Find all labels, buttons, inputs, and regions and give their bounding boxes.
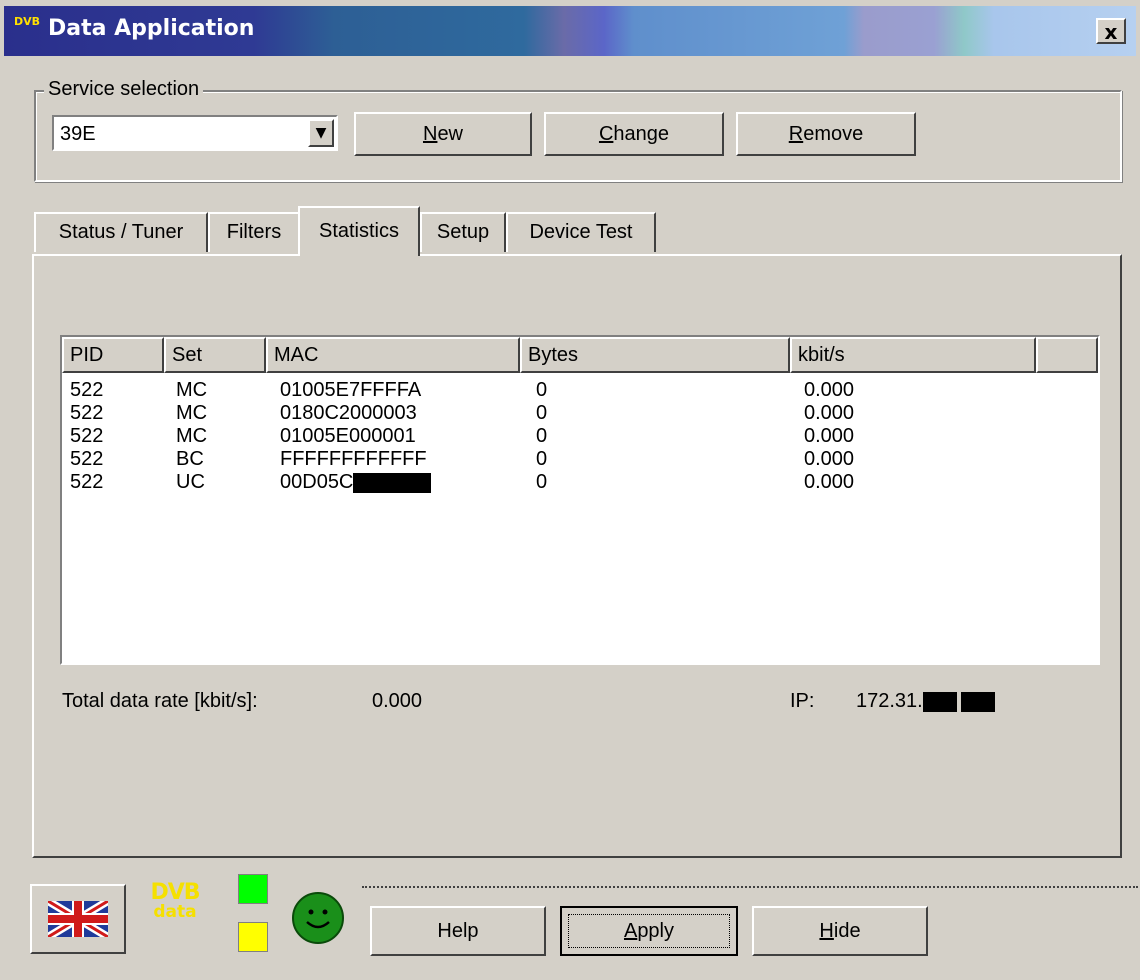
cell-set: MC	[176, 379, 208, 401]
table-row[interactable]: 522 MC 01005E000001 0 0.000	[62, 425, 1098, 448]
language-button[interactable]	[30, 884, 126, 954]
cell-kbits: 0.000	[804, 471, 855, 493]
hide-button-label: ide	[833, 920, 861, 942]
dvb-logo-top: DVB	[150, 880, 200, 905]
cell-set: UC	[176, 471, 205, 493]
table-row[interactable]: 522 MC 01005E7FFFFA 0 0.000	[62, 379, 1098, 402]
tab-filters[interactable]: Filters	[208, 212, 300, 252]
hide-button[interactable]: Hide	[752, 906, 928, 956]
close-button[interactable]: x	[1096, 18, 1126, 44]
new-button-label: ew	[437, 123, 464, 145]
cell-kbits: 0.000	[804, 425, 855, 447]
tab-statistics[interactable]: Statistics	[298, 206, 420, 256]
redacted-block	[960, 691, 995, 712]
tab-label: Setup	[436, 221, 490, 243]
table-row[interactable]: 522 MC 0180C2000003 0 0.000	[62, 402, 1098, 425]
close-icon: x	[1104, 20, 1118, 44]
data-application-window: DVB Data Application x Service selection…	[0, 0, 1140, 980]
column-header-set[interactable]: Set	[164, 337, 266, 373]
cell-kbits: 0.000	[804, 402, 855, 424]
redacted-block	[353, 472, 432, 493]
dropdown-arrow-icon[interactable]: ▼	[308, 119, 334, 147]
app-logo-text: DVB	[13, 15, 41, 28]
cell-kbits: 0.000	[804, 379, 855, 401]
change-button[interactable]: Change	[544, 112, 724, 156]
total-data-rate-label: Total data rate [kbit/s]:	[62, 690, 258, 712]
column-header-bytes[interactable]: Bytes	[520, 337, 790, 373]
cell-mac: 0180C2000003	[280, 402, 417, 424]
column-header-pid[interactable]: PID	[62, 337, 164, 373]
new-button[interactable]: New	[354, 112, 532, 156]
cell-pid: 522	[70, 425, 104, 447]
cell-bytes: 0	[536, 425, 548, 447]
dvb-data-logo: DVB data	[146, 882, 204, 921]
cell-mac: 01005E000001	[280, 425, 416, 447]
uk-flag-icon	[48, 901, 108, 937]
ip-label: IP:	[790, 690, 815, 712]
help-button-label: Help	[437, 920, 479, 942]
change-button-label: hange	[613, 123, 670, 145]
cell-pid: 522	[70, 402, 104, 424]
tab-label: Filters	[226, 221, 282, 243]
window-title: Data Application	[48, 16, 255, 41]
tab-label: Statistics	[318, 220, 400, 242]
app-logo-icon: DVB	[10, 16, 44, 44]
cell-pid: 522	[70, 448, 104, 470]
cell-set: BC	[176, 448, 204, 470]
cell-set: MC	[176, 425, 208, 447]
yellow-status-led	[238, 922, 268, 952]
cell-bytes: 0	[536, 379, 548, 401]
cell-mac: 00D05C	[280, 471, 354, 493]
service-selection-legend: Service selection	[44, 78, 204, 101]
cell-bytes: 0	[536, 448, 548, 470]
column-header-kbits[interactable]: kbit/s	[790, 337, 1036, 373]
remove-button[interactable]: Remove	[736, 112, 916, 156]
footer-separator	[362, 886, 1138, 888]
help-button[interactable]: Help	[370, 906, 546, 956]
cell-pid: 522	[70, 379, 104, 401]
statistics-list[interactable]: PID Set MAC Bytes kbit/s 522 MC 01005E7F…	[60, 335, 1100, 665]
service-select[interactable]: 39E ▼	[52, 115, 338, 151]
cell-mac-container: 00D05C	[280, 471, 432, 494]
total-data-rate-value: 0.000	[372, 690, 423, 712]
tab-label: Device Test	[529, 221, 633, 243]
table-row[interactable]: 522 BC FFFFFFFFFFFF 0 0.000	[62, 448, 1098, 471]
tab-device-test[interactable]: Device Test	[506, 212, 656, 252]
cell-kbits: 0.000	[804, 448, 855, 470]
list-header: PID Set MAC Bytes kbit/s	[62, 337, 1098, 373]
column-header-empty[interactable]	[1036, 337, 1098, 373]
tab-label: Status / Tuner	[58, 221, 184, 243]
cell-mac: 01005E7FFFFA	[280, 379, 422, 401]
table-row[interactable]: 522 UC 00D05C 0 0.000	[62, 471, 1098, 494]
cell-set: MC	[176, 402, 208, 424]
remove-button-label: emove	[803, 123, 864, 145]
apply-button[interactable]: Apply	[560, 906, 738, 956]
hide-button-accel: H	[819, 920, 834, 942]
service-select-value: 39E	[60, 123, 96, 145]
ip-value-container: 172.31.	[856, 690, 995, 713]
new-button-accel: N	[422, 123, 438, 145]
cell-pid: 522	[70, 471, 104, 493]
green-status-led	[238, 874, 268, 904]
tab-status-tuner[interactable]: Status / Tuner	[34, 212, 208, 252]
cell-mac: FFFFFFFFFFFF	[280, 448, 427, 470]
change-button-accel: C	[598, 123, 614, 145]
cell-bytes: 0	[536, 402, 548, 424]
cell-bytes: 0	[536, 471, 548, 493]
tab-setup[interactable]: Setup	[420, 212, 506, 252]
redacted-block	[922, 691, 957, 712]
dvb-logo-bottom: data	[153, 902, 197, 922]
remove-button-accel: R	[788, 123, 804, 145]
ip-value: 172.31.	[856, 690, 923, 712]
focus-rect	[568, 914, 730, 948]
title-bar: DVB Data Application x	[4, 6, 1136, 56]
column-header-mac[interactable]: MAC	[266, 337, 520, 373]
smiley-status-icon	[292, 892, 344, 944]
